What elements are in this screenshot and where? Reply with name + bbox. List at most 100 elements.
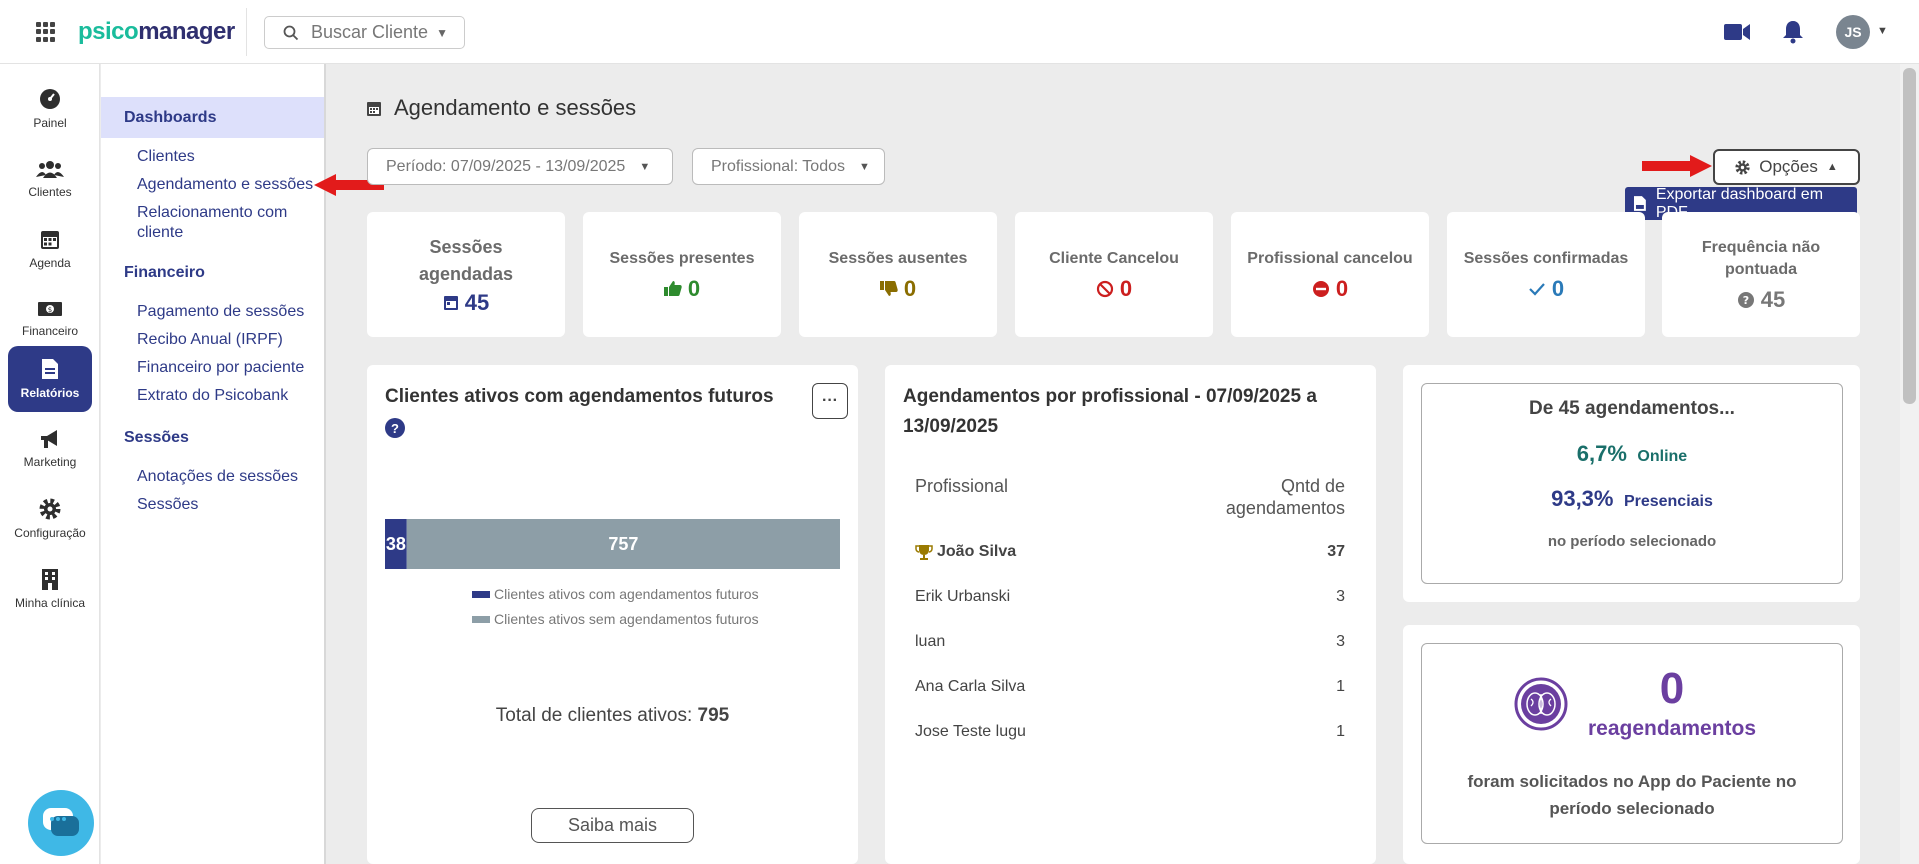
- bar-data-label-0: 38: [386, 534, 406, 554]
- more-options-button[interactable]: ···: [812, 383, 848, 419]
- stat-card-cliente-cancelou: Cliente Cancelou 0: [1015, 212, 1213, 337]
- column-header-profissional: Profissional: [915, 476, 1009, 496]
- rail-item-minha-clinica[interactable]: Minha clínica: [8, 556, 92, 622]
- submenu-link-financeiro-paciente[interactable]: Financeiro por paciente: [137, 358, 322, 378]
- presencial-row: 93,3% Presenciais: [1422, 486, 1842, 512]
- chat-support-button[interactable]: [28, 790, 94, 856]
- client-search-dropdown[interactable]: Buscar Cliente ▼: [264, 16, 465, 49]
- professional-filter-label: Profissional: Todos: [711, 157, 845, 175]
- submenu-link-clientes[interactable]: Clientes: [137, 147, 322, 167]
- rail-label: Relatórios: [20, 386, 80, 400]
- help-icon[interactable]: ?: [385, 418, 405, 438]
- calendar-icon: [41, 231, 59, 249]
- ban-icon: [1096, 280, 1113, 297]
- submenu-heading-sessoes: Sessões: [124, 429, 189, 446]
- chevron-down-icon: ▼: [436, 25, 448, 40]
- stat-value: 0: [1551, 275, 1565, 301]
- stat-value-row: 0: [1528, 276, 1564, 302]
- saiba-mais-button[interactable]: Saiba mais: [531, 808, 694, 843]
- submenu-dashboards[interactable]: Dashboards: [101, 97, 324, 138]
- reagendamentos-desc: foram solicitados no App do Paciente no …: [1467, 772, 1797, 818]
- reports-submenu: Dashboards Clientes Agendamento e sessõe…: [101, 64, 326, 864]
- annotation-arrow: [1642, 155, 1712, 177]
- minus-circle-icon: [1312, 280, 1329, 297]
- clientes-ativos-panel: Clientes ativos com agendamentos futuros…: [367, 365, 858, 864]
- professional-filter[interactable]: Profissional: Todos ▼: [692, 148, 885, 185]
- money-icon: $: [38, 302, 62, 316]
- table-row-name: Erik Urbanski: [915, 588, 1011, 605]
- period-filter[interactable]: Período: 07/09/2025 - 13/09/2025 ▼: [367, 148, 673, 185]
- total-clientes-label: Total de clientes ativos:: [495, 705, 693, 726]
- legend-swatch: [472, 615, 490, 623]
- app-logo[interactable]: psicomanager: [78, 18, 235, 46]
- rail-label: Clientes: [28, 185, 72, 199]
- thumbs-up-icon: [663, 281, 682, 296]
- rail-label: Marketing: [23, 455, 77, 469]
- table-row-qtd: 1: [1336, 723, 1345, 740]
- online-percent: 6,7%: [1576, 441, 1627, 466]
- stat-card-presentes: Sessões presentes 0: [583, 212, 781, 337]
- presencial-percent: 93,3%: [1551, 486, 1614, 511]
- submenu-link-agendamento-sessoes[interactable]: Agendamento e sessões: [137, 175, 322, 195]
- panel-title: Agendamentos por profissional - 07/09/20…: [903, 386, 1317, 437]
- stat-label: Cliente Cancelou: [1049, 249, 1179, 267]
- thumbs-down-icon: [879, 281, 898, 296]
- stat-value-row: 0: [1096, 276, 1132, 302]
- building-icon: [42, 569, 58, 590]
- page-title-text: Agendamento e sessões: [394, 95, 637, 120]
- stat-value: 45: [1760, 286, 1786, 312]
- submenu-link-anotacoes[interactable]: Anotações de sessões: [137, 467, 322, 487]
- submenu-link-sessoes[interactable]: Sessões: [137, 495, 322, 515]
- rail-item-marketing[interactable]: Marketing: [8, 416, 92, 482]
- chevron-down-icon[interactable]: ▼: [1877, 25, 1888, 37]
- rail-item-painel[interactable]: Painel: [8, 76, 92, 142]
- pdf-file-icon: [1633, 196, 1646, 211]
- stat-value: 0: [687, 275, 701, 301]
- divider: [246, 8, 247, 56]
- user-avatar[interactable]: JS: [1836, 15, 1870, 49]
- rail-item-agenda[interactable]: Agenda: [8, 216, 92, 282]
- reagendamentos-count: 0: [1659, 664, 1685, 713]
- total-clientes: Total de clientes ativos: 795: [367, 705, 858, 727]
- resumo-footer: no período selecionado: [1547, 533, 1717, 550]
- submenu-link-relacionamento[interactable]: Relacionamento com cliente: [137, 203, 322, 243]
- gear-icon: [39, 498, 61, 520]
- rail-label: Minha clínica: [14, 596, 86, 610]
- stat-label: Sessões presentes: [609, 249, 755, 267]
- table-row-qtd: 1: [1336, 678, 1345, 695]
- question-circle-icon: ?: [1737, 291, 1754, 308]
- rail-item-configuracao[interactable]: Configuração: [8, 486, 92, 552]
- submenu-heading-financeiro: Financeiro: [124, 264, 205, 281]
- options-button[interactable]: Opções ▲: [1713, 149, 1860, 185]
- submenu-link-extrato[interactable]: Extrato do Psicobank: [137, 386, 322, 406]
- resumo-box: De 45 agendamentos... 6,7% Online 93,3% …: [1421, 383, 1843, 584]
- stat-label: Sessões agendadas: [418, 236, 514, 284]
- stat-value-row: 45: [443, 290, 489, 316]
- bell-icon[interactable]: [1782, 20, 1804, 44]
- submenu-link-recibo[interactable]: Recibo Anual (IRPF): [137, 330, 322, 350]
- rail-item-financeiro[interactable]: $ Financeiro: [8, 286, 92, 352]
- resumo-agendamentos-panel: De 45 agendamentos... 6,7% Online 93,3% …: [1403, 365, 1860, 602]
- table-row-qtd: 3: [1336, 633, 1345, 650]
- gear-icon: [1735, 159, 1750, 175]
- rail-item-relatorios[interactable]: Relatórios: [8, 346, 92, 412]
- brain-icon: [1514, 677, 1568, 731]
- calendar-icon: [443, 296, 458, 310]
- chat-bubble-icon: [43, 808, 79, 836]
- stat-label: Sessões confirmadas: [1463, 249, 1629, 267]
- table-row-qtd: 37: [1327, 543, 1345, 560]
- rail-item-clientes[interactable]: Clientes: [8, 146, 92, 212]
- video-call-icon[interactable]: [1724, 23, 1750, 41]
- reagendamentos-box: 0 reagendamentos foram solicitados no Ap…: [1421, 643, 1843, 844]
- submenu-link-pagamento[interactable]: Pagamento de sessões: [137, 302, 322, 322]
- table-row-qtd: 3: [1336, 588, 1345, 605]
- apps-grid-icon[interactable]: [36, 22, 56, 42]
- trophy-icon: [915, 544, 933, 560]
- agendamentos-profissional-panel: Agendamentos por profissional - 07/09/20…: [885, 365, 1376, 864]
- period-filter-label: Período: 07/09/2025 - 13/09/2025: [386, 157, 626, 175]
- stat-value: 0: [1335, 275, 1349, 301]
- scrollbar-thumb[interactable]: [1903, 68, 1916, 404]
- stat-label: Sessões ausentes: [828, 249, 968, 267]
- panel-title: Clientes ativos com agendamentos futuros: [385, 386, 774, 407]
- legend-swatch: [472, 590, 490, 598]
